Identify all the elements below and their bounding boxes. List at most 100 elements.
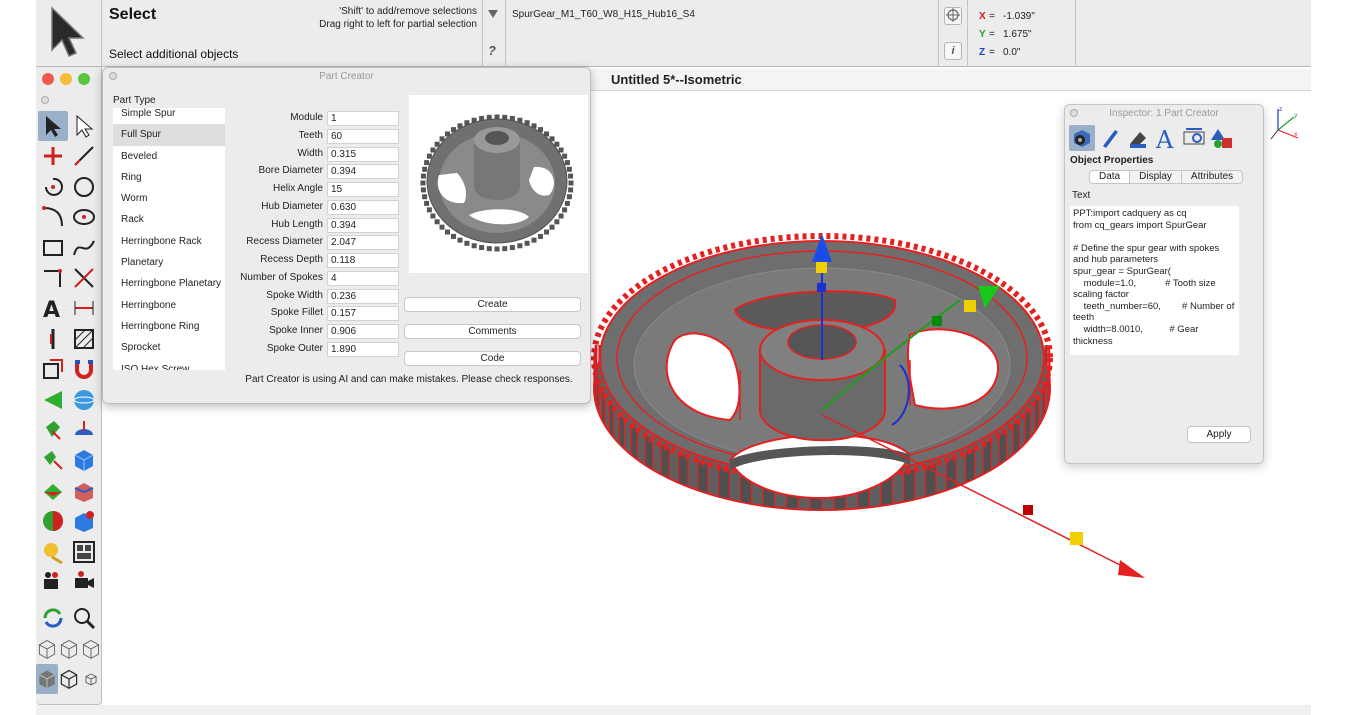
sweep-icon[interactable] bbox=[38, 445, 68, 475]
param-label: Teeth bbox=[298, 129, 323, 141]
param-label: Spoke Outer bbox=[266, 342, 323, 354]
inspector-close-icon[interactable] bbox=[1070, 109, 1078, 117]
svg-text:A: A bbox=[1155, 126, 1174, 150]
comments-button[interactable]: Comments bbox=[404, 324, 581, 339]
solid-cone-icon[interactable] bbox=[38, 385, 68, 415]
rectangle-icon[interactable] bbox=[38, 233, 68, 263]
hatch-icon[interactable] bbox=[69, 324, 99, 354]
rotate-view-icon[interactable] bbox=[38, 603, 68, 633]
param-input[interactable]: 15 bbox=[327, 182, 399, 197]
circle-icon[interactable] bbox=[69, 172, 99, 202]
pen-icon[interactable] bbox=[1097, 125, 1123, 151]
small-cube-icon[interactable] bbox=[80, 664, 102, 694]
boolean-icon[interactable] bbox=[38, 476, 68, 506]
crosshair-icon[interactable] bbox=[944, 7, 962, 25]
svg-text:z: z bbox=[1279, 106, 1282, 113]
dimension-icon[interactable] bbox=[1181, 125, 1207, 151]
param-input[interactable]: 0.630 bbox=[327, 199, 399, 215]
minimize-window-button[interactable] bbox=[60, 73, 72, 85]
help-button[interactable]: ? bbox=[488, 43, 496, 58]
close-window-button[interactable] bbox=[42, 73, 54, 85]
zoom-icon[interactable] bbox=[69, 603, 99, 633]
code-text-area[interactable]: PPT:import cadquery as cq from cq_gears … bbox=[1070, 206, 1239, 355]
palette-close-icon[interactable] bbox=[41, 96, 49, 104]
mode-dropdown-icon[interactable] bbox=[488, 9, 498, 18]
tab-data[interactable]: Data bbox=[1090, 171, 1131, 183]
dialog-title: Part Creator bbox=[319, 71, 374, 82]
fillet-solid-icon[interactable] bbox=[38, 506, 68, 536]
wire-iso-2-icon[interactable] bbox=[58, 634, 80, 664]
info-button[interactable]: i bbox=[944, 42, 962, 60]
param-input[interactable]: 1.890 bbox=[327, 341, 399, 357]
coord-z: Z = 0.0" bbox=[979, 47, 1021, 58]
cube-icon[interactable] bbox=[69, 445, 99, 475]
outline-cube-icon[interactable] bbox=[58, 664, 80, 694]
param-input[interactable]: 0.315 bbox=[327, 146, 399, 162]
tab-display[interactable]: Display bbox=[1130, 171, 1182, 183]
param-label: Recess Diameter bbox=[246, 236, 323, 248]
zoom-window-button[interactable] bbox=[78, 73, 90, 85]
video-camera-icon[interactable] bbox=[69, 567, 99, 597]
param-input[interactable]: 60 bbox=[327, 128, 399, 144]
param-label: Spoke Width bbox=[266, 289, 323, 301]
arc-center-icon[interactable] bbox=[38, 172, 68, 202]
select-arrow-icon[interactable] bbox=[38, 111, 68, 141]
fillet-arc-icon[interactable] bbox=[38, 202, 68, 232]
solid-edit-icon[interactable] bbox=[69, 506, 99, 536]
param-input[interactable]: 0.394 bbox=[327, 217, 399, 233]
coord-x: X = -1.039" bbox=[979, 11, 1035, 22]
mode-subtitle: Select additional objects bbox=[109, 47, 239, 61]
hollow-arrow-icon[interactable] bbox=[69, 111, 99, 141]
code-button[interactable]: Code bbox=[404, 351, 581, 366]
revolve-icon[interactable] bbox=[69, 415, 99, 445]
param-label: Spoke Inner bbox=[269, 325, 323, 336]
dimension-icon[interactable] bbox=[69, 293, 99, 323]
spline-icon[interactable] bbox=[69, 233, 99, 263]
tab-attributes[interactable]: Attributes bbox=[1182, 171, 1242, 183]
wire-iso-icon[interactable] bbox=[36, 634, 58, 664]
sphere-icon[interactable] bbox=[69, 385, 99, 415]
layout-icon[interactable] bbox=[69, 537, 99, 567]
param-input[interactable]: 1 bbox=[327, 111, 399, 126]
param-input[interactable]: 4 bbox=[327, 270, 399, 286]
axis-triad-icon: z y x bbox=[1270, 106, 1299, 140]
svg-text:A: A bbox=[43, 298, 60, 321]
point-icon[interactable] bbox=[38, 141, 68, 171]
part-type-item[interactable]: ISO Hex Screw bbox=[113, 359, 225, 370]
object-name-field[interactable]: SpurGear_M1_T60_W8_H15_Hub16_S4 bbox=[512, 9, 695, 20]
svg-text:y: y bbox=[1294, 112, 1298, 119]
magnet-icon[interactable] bbox=[69, 354, 99, 384]
param-input[interactable]: 2.047 bbox=[327, 235, 399, 251]
render-icon[interactable] bbox=[1209, 125, 1235, 151]
shaded-cube-icon[interactable] bbox=[36, 664, 58, 695]
param-input[interactable]: 0.236 bbox=[327, 288, 399, 304]
line-icon[interactable] bbox=[69, 141, 99, 171]
fill-icon[interactable] bbox=[1125, 125, 1151, 151]
text-style-icon[interactable]: A bbox=[1153, 125, 1179, 151]
ellipse-icon[interactable] bbox=[69, 202, 99, 232]
vertical-line-icon[interactable] bbox=[38, 324, 68, 354]
param-input[interactable]: 0.394 bbox=[327, 164, 399, 180]
dialog-close-icon[interactable] bbox=[109, 72, 117, 80]
camera-icon[interactable] bbox=[38, 567, 68, 597]
create-button[interactable]: Create bbox=[404, 297, 581, 312]
corner-icon[interactable] bbox=[38, 263, 68, 293]
param-label: Number of Spokes bbox=[240, 271, 323, 283]
wire-iso-3-icon[interactable] bbox=[80, 634, 102, 664]
extrude-icon[interactable] bbox=[38, 415, 68, 445]
apply-button[interactable]: Apply bbox=[1187, 426, 1251, 443]
param-input[interactable]: 0.157 bbox=[327, 306, 399, 322]
mode-title: Select bbox=[109, 6, 157, 23]
param-input[interactable]: 0.118 bbox=[327, 253, 399, 268]
transform-icon[interactable] bbox=[38, 354, 68, 384]
selection-hint: 'Shift' to add/remove selections bbox=[339, 6, 477, 17]
trim-icon[interactable] bbox=[69, 263, 99, 293]
selection-hint-2: Drag right to left for partial selection bbox=[319, 19, 477, 30]
light-icon[interactable] bbox=[38, 537, 68, 567]
text-icon[interactable]: A bbox=[38, 293, 68, 323]
top-toolbar: Select Select additional objects 'Shift'… bbox=[36, 0, 1311, 67]
param-input[interactable]: 0.906 bbox=[327, 324, 399, 339]
shell-icon[interactable] bbox=[69, 476, 99, 506]
object-info-icon[interactable] bbox=[1069, 125, 1095, 151]
param-label: Helix Angle bbox=[272, 183, 323, 194]
